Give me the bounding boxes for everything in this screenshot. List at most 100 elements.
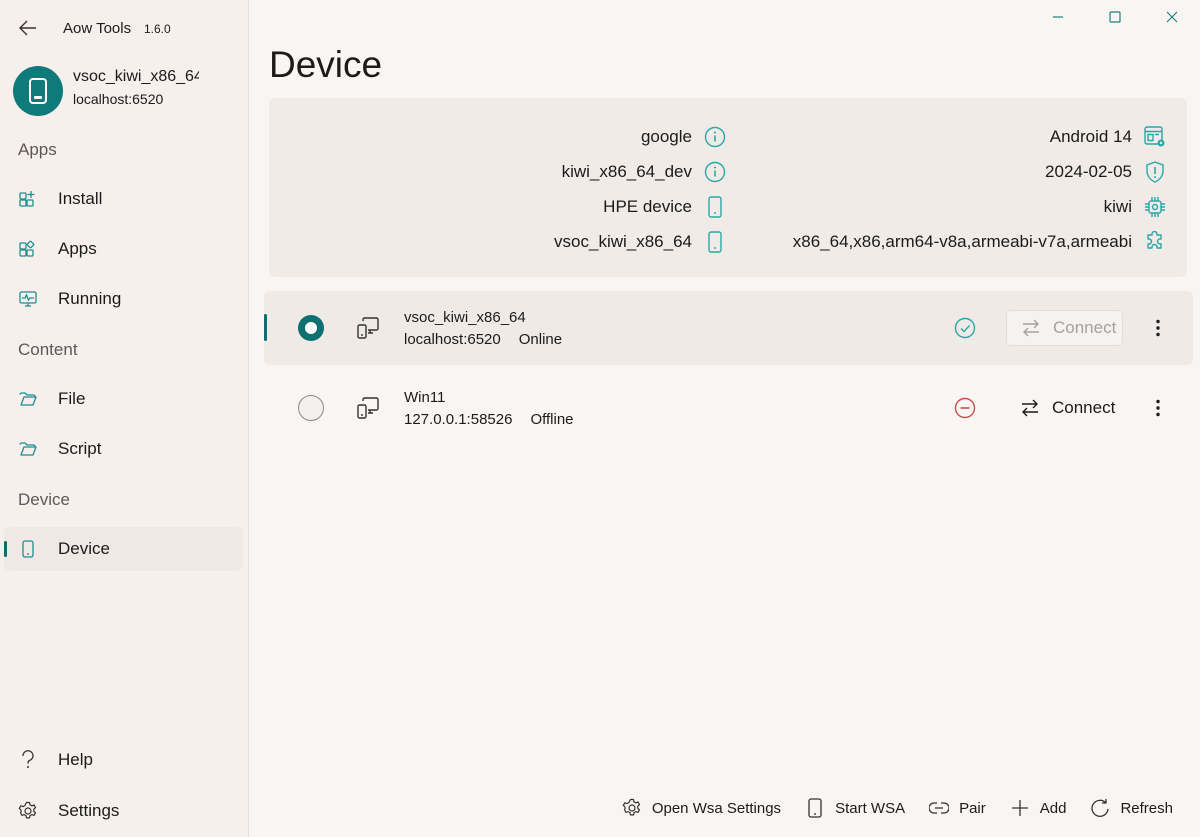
connect-button[interactable]: Connect	[1006, 310, 1123, 346]
info-value: Android 14	[1049, 127, 1132, 146]
device-name: vsoc_kiwi_x86_64	[404, 309, 526, 326]
current-device-host: localhost:6520	[73, 91, 164, 107]
devices-icon	[357, 397, 379, 419]
more-options-button[interactable]	[1146, 393, 1170, 423]
sidebar-item-settings[interactable]: Settings	[4, 789, 243, 833]
start-wsa-button[interactable]: Start WSA	[793, 791, 917, 825]
phone-icon	[805, 798, 825, 818]
sidebar-item-install[interactable]: Install	[4, 177, 243, 221]
sidebar-item-label: Script	[58, 439, 102, 458]
swap-arrows-icon	[1022, 399, 1038, 417]
info-value: 2024-02-05	[1045, 162, 1132, 181]
phone-icon	[18, 539, 38, 559]
app-title: Aow Tools	[63, 20, 132, 37]
sidebar-item-label: Settings	[58, 801, 120, 820]
command-label: Start WSA	[835, 799, 906, 817]
sidebar-item-device[interactable]: Device	[4, 527, 243, 571]
sidebar-item-running[interactable]: Running	[4, 277, 243, 321]
gear-icon	[18, 801, 38, 821]
device-address-line: localhost:6520 Online	[404, 331, 562, 348]
command-label: Refresh	[1120, 799, 1173, 817]
more-vertical-icon	[1156, 319, 1160, 337]
connect-label: Connect	[1052, 398, 1116, 417]
sidebar: Aow Tools 1.6.0 vsoc_kiwi_x86_64 localho…	[0, 0, 249, 837]
phone-icon	[29, 78, 47, 104]
refresh-button[interactable]: Refresh	[1078, 791, 1185, 825]
gear-icon	[622, 798, 642, 818]
close-button[interactable]	[1143, 0, 1200, 34]
info-value: HPE device	[603, 197, 692, 216]
sidebar-item-apps[interactable]: Apps	[4, 227, 243, 271]
sidebar-item-file[interactable]: File	[4, 377, 243, 421]
info-android-version: Android 14	[1050, 125, 1166, 149]
device-address: 127.0.0.1:58526	[404, 411, 513, 428]
info-device: vsoc_kiwi_x86_64	[554, 230, 726, 254]
selection-indicator	[4, 541, 7, 557]
close-icon	[1166, 11, 1177, 23]
title-bar: Aow Tools 1.6.0	[0, 0, 249, 56]
phone-icon	[704, 231, 726, 253]
device-list-item[interactable]: Win11 127.0.0.1:58526 Offline Connect	[264, 371, 1193, 445]
command-bar: Open Wsa Settings Start WSA Pair Add Ref…	[610, 791, 1185, 825]
open-wsa-settings-button[interactable]: Open Wsa Settings	[610, 791, 793, 825]
minus-circle-icon	[954, 397, 976, 419]
back-button[interactable]	[14, 16, 42, 40]
device-radio[interactable]	[298, 395, 324, 421]
folder-open-icon	[18, 439, 38, 459]
info-model: HPE device	[603, 195, 726, 219]
nav-header-device: Device	[18, 490, 70, 509]
app-add-icon	[18, 189, 38, 209]
connect-button[interactable]: Connect	[1006, 390, 1123, 426]
monitor-pulse-icon	[18, 289, 38, 309]
sidebar-item-label: Apps	[58, 239, 97, 258]
info-product: kiwi_x86_64_dev	[562, 160, 726, 184]
device-status: Offline	[530, 411, 574, 428]
device-address-line: 127.0.0.1:58526 Offline	[404, 411, 574, 428]
info-security-patch: 2024-02-05	[1045, 160, 1166, 184]
refresh-icon	[1090, 798, 1110, 818]
plus-icon	[1010, 798, 1030, 818]
question-icon	[18, 750, 38, 770]
phone-icon	[704, 196, 726, 218]
maximize-icon	[1108, 11, 1121, 23]
pair-button[interactable]: Pair	[917, 791, 998, 825]
maximize-button[interactable]	[1086, 0, 1143, 34]
info-manufacturer: google	[641, 125, 726, 149]
link-icon	[929, 798, 950, 818]
device-name: Win11	[404, 389, 446, 406]
info-abi: x86_64,x86,arm64-v8a,armeabi-v7a,armeabi	[793, 230, 1166, 254]
nav-header-content: Content	[18, 340, 78, 359]
minimize-button[interactable]	[1029, 0, 1086, 34]
arrow-left-icon	[19, 20, 36, 36]
app-version: 1.6.0	[144, 22, 171, 36]
info-value: kiwi	[1103, 197, 1132, 216]
devices-icon	[357, 317, 379, 339]
puzzle-icon	[1144, 231, 1166, 253]
command-label: Pair	[959, 799, 986, 817]
device-radio[interactable]	[298, 315, 324, 341]
more-vertical-icon	[1156, 399, 1160, 417]
current-device-name: vsoc_kiwi_x86_64	[73, 68, 199, 85]
sidebar-item-label: Running	[58, 289, 122, 308]
apps-icon	[18, 239, 38, 259]
folder-open-icon	[18, 389, 38, 409]
sidebar-item-label: Install	[58, 189, 103, 208]
info-value: kiwi_x86_64_dev	[561, 162, 692, 181]
sidebar-item-label: Help	[58, 750, 93, 769]
device-status: Online	[518, 331, 563, 348]
more-options-button[interactable]	[1146, 313, 1170, 343]
current-device-card[interactable]: vsoc_kiwi_x86_64 localhost:6520	[13, 66, 243, 116]
device-list-item[interactable]: vsoc_kiwi_x86_64 localhost:6520 Online Co…	[264, 291, 1193, 365]
sidebar-item-help[interactable]: Help	[4, 738, 243, 782]
info-icon	[704, 161, 726, 183]
info-value: google	[640, 127, 692, 146]
avatar	[13, 66, 63, 116]
window-settings-icon	[1144, 126, 1166, 148]
main-content: Device google kiwi_x86_64_dev HPE device…	[249, 0, 1200, 837]
add-button[interactable]: Add	[998, 791, 1079, 825]
sidebar-item-label: File	[58, 389, 86, 408]
nav-header-apps: Apps	[18, 140, 57, 159]
sidebar-item-script[interactable]: Script	[4, 427, 243, 471]
connect-label: Connect	[1053, 318, 1117, 337]
selection-indicator	[264, 314, 267, 341]
